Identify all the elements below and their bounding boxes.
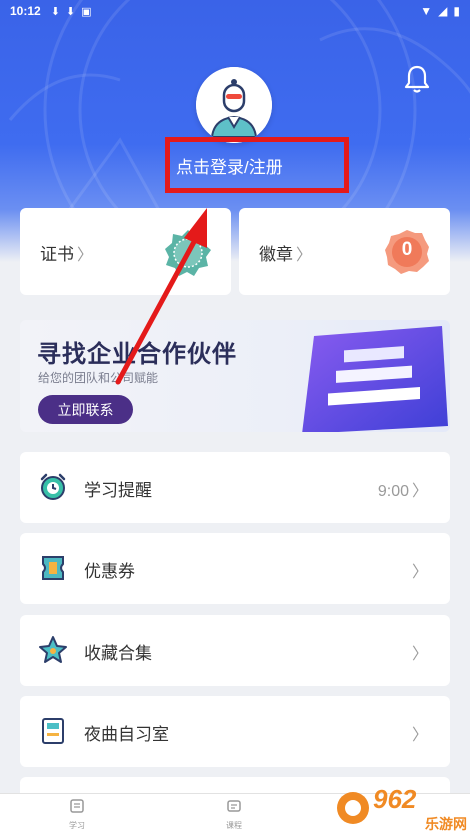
tab-label: 课程 [226,821,242,830]
reminder-time: 9:00 〉 [378,477,428,501]
chevron-right-icon: 〉 [411,727,428,744]
contact-now-button[interactable]: 立即联系 [38,395,133,424]
banner-title: 寻找企业合作伙伴 [37,341,237,368]
menu-item-study-reminder[interactable]: 学习提醒 9:00 〉 [20,452,450,523]
avatar[interactable] [196,67,272,143]
tab-label: 学习 [69,821,85,830]
partner-banner[interactable]: 寻找企业合作伙伴 给您的团队和公司赋能 立即联系 [20,320,450,432]
battery-icon: ▮ [453,4,460,18]
certificate-card[interactable]: 证书〉 [20,208,231,295]
site-watermark: 962 .NET 乐游网 [333,778,470,835]
menu-item-coupons[interactable]: 优惠券 〉 [20,533,450,604]
chevron-right-icon: 〉 [411,564,428,581]
notification-icon: ▣ [81,5,92,18]
tab-study[interactable]: 学习 [57,798,97,831]
menu-label: 优惠券 [84,562,135,581]
badge-label: 徽章〉 [259,240,312,265]
certificate-label: 证书〉 [40,240,93,265]
chevron-right-icon: 〉 [411,483,428,500]
badge-label-text: 徽章 [259,245,293,264]
menu-item-study-room[interactable]: 夜曲自习室 〉 [20,696,450,767]
star-icon [39,636,67,663]
reminder-time-value: 9:00 [377,483,409,500]
watermark-number: 962 [373,784,417,814]
tab-courses[interactable]: 课程 [214,798,254,831]
banner-subtitle: 给您的团队和公司赋能 [38,371,159,385]
download-icon: ⬇ [50,5,60,18]
menu-label: 学习提醒 [84,481,152,500]
status-bar: 10:12 ⬇ ⬇ ▣ ▼ ◢ ▮ [0,0,470,22]
certificate-seal-icon [165,230,211,276]
highlight-box [165,137,349,193]
status-time: 10:12 [10,4,41,18]
wifi-icon: ▼ [420,4,433,18]
certificate-label-text: 证书 [40,245,74,264]
notification-bell-icon[interactable] [403,64,431,94]
watermark-sub: 乐游网 [425,816,467,832]
book-icon [42,718,64,744]
study-tab-icon [70,799,84,813]
watermark-suffix: .NET [419,792,456,809]
download-icon: ⬇ [65,5,76,18]
alarm-clock-icon [40,473,66,500]
coupon-icon [42,556,64,580]
chevron-right-icon: 〉 [411,646,428,663]
badge-card[interactable]: 徽章〉 0 [239,208,450,295]
courses-tab-icon [227,800,241,812]
menu-item-collections[interactable]: 收藏合集 〉 [20,615,450,686]
menu-label: 夜曲自习室 [84,725,169,744]
badge-count: 0 [401,239,413,260]
stairs-illustration [302,326,448,432]
signal-icon: ◢ [438,4,448,18]
menu-label: 收藏合集 [84,644,152,663]
chevron-right-icon: 〉 [77,247,94,264]
chevron-right-icon: 〉 [296,247,313,264]
